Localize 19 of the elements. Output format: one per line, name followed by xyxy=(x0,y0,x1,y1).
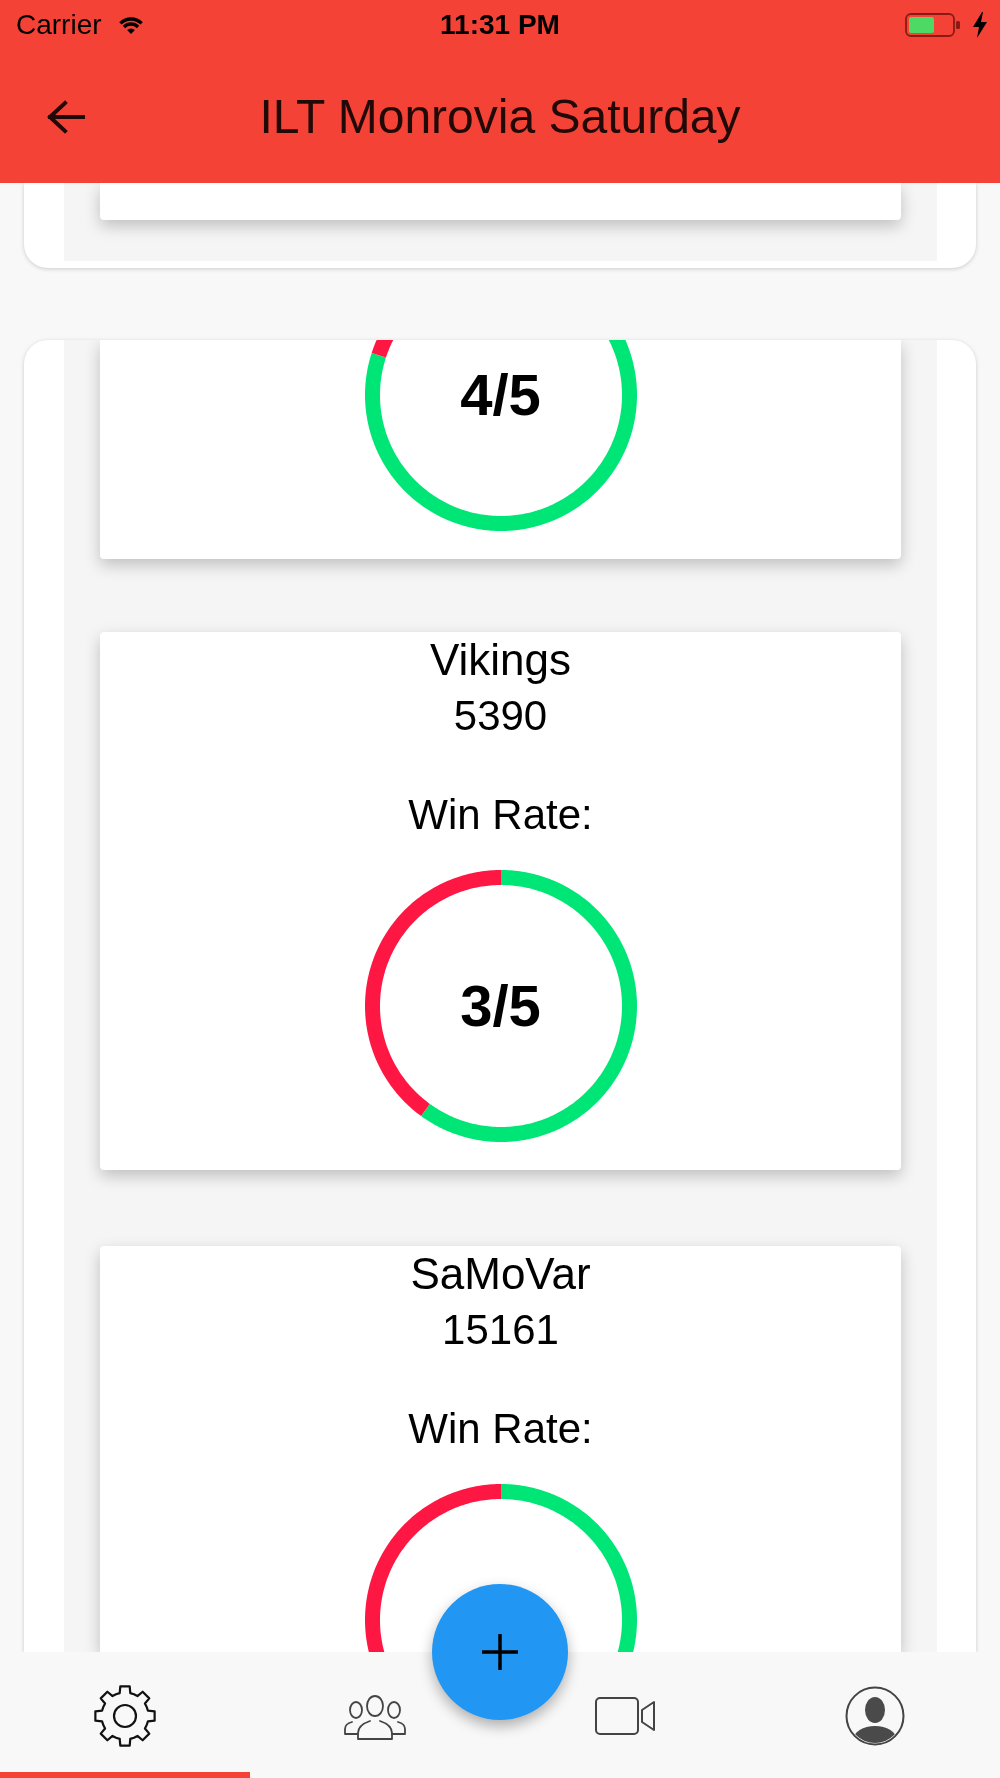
app-title: ILT Monrovia Saturday xyxy=(259,88,741,145)
win-rate-value: 3/5 xyxy=(460,974,541,1038)
plus-icon xyxy=(482,1634,518,1670)
win-rate-value: 4/5 xyxy=(460,363,541,427)
video-camera-icon xyxy=(595,1697,655,1735)
team-score: 15161 xyxy=(442,1305,559,1355)
team-score: 5390 xyxy=(453,691,548,741)
arrow-left-icon xyxy=(46,99,86,134)
team-name: Vikings xyxy=(429,634,571,686)
win-rate-label: Win Rate: xyxy=(408,790,593,840)
profile-icon xyxy=(845,1686,905,1746)
team-name: SaMoVar xyxy=(410,1248,591,1300)
people-icon xyxy=(343,1692,407,1740)
settings-icon xyxy=(93,1684,157,1748)
charging-icon xyxy=(973,12,987,38)
win-rate-label: Win Rate: xyxy=(408,1404,593,1454)
battery-icon xyxy=(905,13,961,37)
carrier-label: Carrier xyxy=(16,8,102,42)
status-time: 11:31 PM xyxy=(440,8,560,42)
